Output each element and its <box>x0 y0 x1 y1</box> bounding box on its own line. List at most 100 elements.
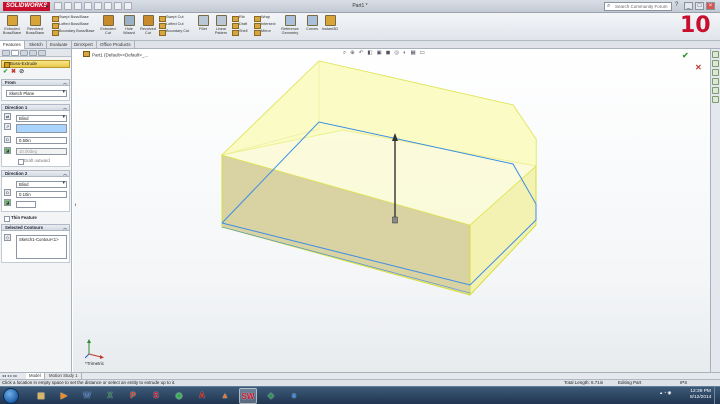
direction-vector-icon: ↗ <box>4 123 11 130</box>
rib-button[interactable]: Rib <box>232 15 245 22</box>
maximize-button[interactable]: □ <box>695 2 704 10</box>
internet-explorer-icon[interactable]: e <box>285 388 303 404</box>
wrap-button[interactable]: Wrap <box>254 15 270 22</box>
reverse-direction-icon[interactable]: ⇄ <box>4 113 11 120</box>
close-button[interactable]: × <box>706 2 715 10</box>
search-input[interactable]: ⌕ Search Community Forum <box>604 2 672 11</box>
display-manager-tab-icon[interactable] <box>38 50 46 56</box>
solidworks-launcher-icon[interactable]: S <box>147 388 165 404</box>
taskbar-clock[interactable]: 12:39 PM 8/12/2014 <box>690 389 711 401</box>
explorer-icon[interactable]: ▤ <box>32 388 50 404</box>
minimize-button[interactable]: _ <box>684 2 693 10</box>
help-icon[interactable]: ? <box>675 2 678 8</box>
boundary-boss-button[interactable]: Boundary Boss/Base <box>52 29 94 36</box>
tab-office-products[interactable]: Office Products <box>97 41 135 49</box>
list-item[interactable]: Sketch1-Contour<1> <box>19 237 59 242</box>
chrome-icon[interactable]: ◉ <box>170 388 188 404</box>
media-center-icon[interactable]: ◈ <box>262 388 280 404</box>
curves-button[interactable]: Curves <box>302 15 322 31</box>
lofted-cut-button[interactable]: Lofted Cut <box>159 22 184 29</box>
configuration-manager-tab-icon[interactable] <box>20 50 28 56</box>
word-icon[interactable]: W <box>78 388 96 404</box>
tab-features[interactable]: Features <box>0 41 25 49</box>
collapse-chevron-icon: ︿ <box>63 225 67 230</box>
property-manager-tab-icon[interactable] <box>11 50 19 56</box>
file-explorer-icon[interactable] <box>712 69 719 76</box>
draft-toggle-icon[interactable]: ◪ <box>4 147 11 154</box>
depth-input[interactable]: 0.50in <box>16 137 67 144</box>
draft-outward-checkbox[interactable]: Draft outward <box>18 158 67 165</box>
windows-taskbar: ▤ ▶ W X P S ◉ A ▲ SW ◈ e ▴ ◔ ◉ 12:39 PM … <box>0 386 720 404</box>
excel-icon[interactable]: X <box>101 388 119 404</box>
search-icon: ⌕ <box>607 3 611 9</box>
linear-pattern-icon <box>215 15 227 26</box>
draft-toggle-icon[interactable]: ◪ <box>4 199 11 206</box>
revolved-boss-button[interactable]: Revolved Boss/Base <box>25 15 45 35</box>
direction2-depth-input[interactable]: 0.10in <box>16 191 67 198</box>
panel-splitter-handle[interactable]: ‖ <box>73 202 78 207</box>
revolve-boss-icon <box>29 15 41 26</box>
selected-contours-header[interactable]: Selected Contours ︿ <box>1 224 70 231</box>
revolve-cut-icon <box>142 15 154 26</box>
manager-tabs <box>0 49 71 57</box>
tab-dimxpert[interactable]: DimXpert <box>71 41 97 49</box>
lofted-boss-button[interactable]: Lofted Boss/Base <box>52 22 89 29</box>
powerpoint-icon[interactable]: P <box>124 388 142 404</box>
extruded-cut-button[interactable]: Extruded Cut <box>98 15 118 35</box>
reference-geometry-button[interactable]: Reference Geometry <box>278 15 302 35</box>
mirror-button[interactable]: Mirror <box>254 29 271 36</box>
tab-evaluate[interactable]: Evaluate <box>47 41 72 49</box>
selected-contours-list[interactable]: Sketch1-Contour<1> <box>16 235 67 259</box>
draft-button[interactable]: Draft <box>232 22 247 29</box>
thin-feature-checkbox[interactable]: Thin Feature <box>1 215 70 222</box>
acrobat-icon[interactable]: A <box>193 388 211 404</box>
custom-properties-icon[interactable] <box>712 96 719 103</box>
part-model[interactable] <box>73 49 710 372</box>
media-player-icon[interactable]: ▶ <box>55 388 73 404</box>
tab-sketch[interactable]: Sketch <box>26 41 47 49</box>
solidworks-resources-icon[interactable] <box>712 51 719 58</box>
dimxpert-manager-tab-icon[interactable] <box>29 50 37 56</box>
detailed-preview-icon[interactable]: ⊘ <box>19 69 24 75</box>
collapse-chevron-icon: ︿ <box>63 171 67 176</box>
from-group-header[interactable]: From ︿ <box>1 79 70 86</box>
extruded-boss-button[interactable]: Extruded Boss/Base <box>2 15 22 35</box>
view-palette-icon[interactable] <box>712 78 719 85</box>
draft-angle-input[interactable]: 10.00deg <box>16 148 67 155</box>
swept-boss-button[interactable]: Swept Boss/Base <box>52 15 89 22</box>
design-library-icon[interactable] <box>712 60 719 67</box>
from-select[interactable]: Sketch Plane <box>6 90 67 97</box>
appearances-icon[interactable] <box>712 87 719 94</box>
intersect-button[interactable]: Intersect <box>254 22 276 29</box>
ok-check-icon[interactable]: ✔ <box>3 69 8 75</box>
feature-manager-tab-icon[interactable] <box>2 50 10 56</box>
drag-arrow-base-icon[interactable] <box>392 216 398 224</box>
direction2-group-header[interactable]: Direction 2 ︿ <box>1 170 70 177</box>
direction2-end-condition-select[interactable]: Blind <box>16 181 67 188</box>
direction1-group-header[interactable]: Direction 1 ︿ <box>1 104 70 111</box>
shell-button[interactable]: Shell <box>232 29 247 36</box>
system-tray[interactable]: ▴ ◔ ◉ <box>660 390 671 396</box>
reference-triad-icon <box>85 339 104 359</box>
linear-pattern-button[interactable]: Linear Pattern <box>211 15 231 35</box>
instant3d-button[interactable]: Instant3D <box>320 15 340 31</box>
depth-icon: D <box>4 189 11 196</box>
extrude-boss-icon <box>6 15 18 26</box>
hole-wizard-button[interactable]: Hole Wizard <box>119 15 139 35</box>
boundary-cut-button[interactable]: Boundary Cut <box>159 29 189 36</box>
clock-date: 8/12/2014 <box>690 395 712 400</box>
fillet-button[interactable]: Fillet <box>193 15 213 31</box>
graphics-area[interactable]: Part1 (Default<<Default>_... ⌕ ⊕ ↶ ◧ ▣ ◼… <box>73 49 710 372</box>
title-bar: SOLIDWORKS ▸ Part1 * ⌕ Search Community … <box>0 0 720 13</box>
selected-contours-group: ◇ Sketch1-Contour<1> <box>1 231 70 263</box>
revolved-cut-button[interactable]: Revolved Cut <box>138 15 158 35</box>
matlab-icon[interactable]: ▲ <box>216 388 234 404</box>
direction-vector-field[interactable] <box>16 124 67 133</box>
direction2-draft-field[interactable] <box>16 201 36 208</box>
end-condition-select[interactable]: Blind <box>16 115 67 122</box>
cancel-x-icon[interactable]: ✖ <box>11 69 16 75</box>
start-button[interactable] <box>3 388 19 404</box>
solidworks-icon[interactable]: SW <box>239 388 257 404</box>
swept-cut-button[interactable]: Swept Cut <box>159 15 184 22</box>
show-desktop-button[interactable] <box>714 387 720 404</box>
